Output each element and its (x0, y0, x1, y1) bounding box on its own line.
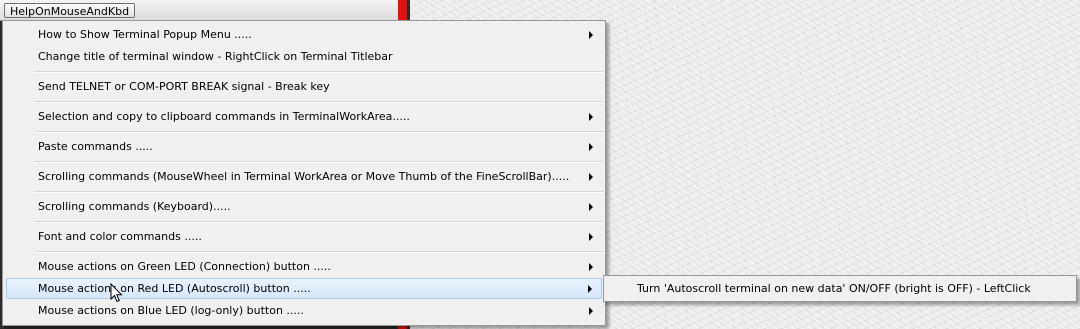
menu-item-red-led[interactable]: Mouse actions on Red LED (Autoscroll) bu… (6, 278, 602, 299)
menu-item-label: Scrolling commands (MouseWheel in Termin… (38, 170, 570, 183)
menu-item-label: Selection and copy to clipboard commands… (38, 110, 410, 123)
submenu-item-toggle-autoscroll[interactable]: Turn 'Autoscroll terminal on new data' O… (606, 278, 1074, 299)
help-popup-menu: How to Show Terminal Popup Menu ..... Ch… (2, 20, 606, 326)
menu-item-scrolling-mouse[interactable]: Scrolling commands (MouseWheel in Termin… (6, 166, 602, 187)
submenu-arrow-icon (589, 30, 593, 39)
menu-item-label: Paste commands ..... (38, 140, 153, 153)
menu-item-show-popup-menu[interactable]: How to Show Terminal Popup Menu ..... (6, 24, 602, 45)
menu-separator (34, 191, 604, 193)
help-on-mouse-and-kbd-button[interactable]: HelpOnMouseAndKbd (4, 3, 136, 18)
submenu-arrow-icon (589, 306, 593, 315)
menu-item-font-color[interactable]: Font and color commands ..... (6, 226, 602, 247)
menu-item-label: Change title of terminal window - RightC… (38, 50, 393, 63)
menu-separator (34, 71, 604, 73)
submenu-arrow-icon (588, 284, 592, 293)
menu-separator (34, 251, 604, 253)
menu-separator (34, 131, 604, 133)
submenu-item-label: Turn 'Autoscroll terminal on new data' O… (637, 282, 1031, 295)
menu-item-label: Font and color commands ..... (38, 230, 202, 243)
menu-item-green-led[interactable]: Mouse actions on Green LED (Connection) … (6, 256, 602, 277)
menu-item-label: Mouse actions on Green LED (Connection) … (38, 260, 331, 273)
menu-item-scrolling-keyboard[interactable]: Scrolling commands (Keyboard)..... (6, 196, 602, 217)
menu-item-blue-led[interactable]: Mouse actions on Blue LED (log-only) but… (6, 300, 602, 321)
submenu-arrow-icon (589, 172, 593, 181)
submenu-arrow-icon (589, 262, 593, 271)
menu-item-label: How to Show Terminal Popup Menu ..... (38, 28, 252, 41)
mouse-pointer-icon (110, 283, 123, 303)
menu-item-label: Send TELNET or COM-PORT BREAK signal - B… (38, 80, 330, 93)
red-led-submenu: Turn 'Autoscroll terminal on new data' O… (603, 275, 1077, 302)
submenu-arrow-icon (589, 112, 593, 121)
menu-item-label: Mouse actions on Blue LED (log-only) but… (38, 304, 304, 317)
menu-item-selection-copy[interactable]: Selection and copy to clipboard commands… (6, 106, 602, 127)
submenu-arrow-icon (589, 202, 593, 211)
menu-separator (34, 161, 604, 163)
menu-item-label: Scrolling commands (Keyboard)..... (38, 200, 231, 213)
menu-item-label: Mouse actions on Red LED (Autoscroll) bu… (38, 282, 311, 295)
menu-separator (34, 221, 604, 223)
menu-item-paste[interactable]: Paste commands ..... (6, 136, 602, 157)
menu-item-send-break[interactable]: Send TELNET or COM-PORT BREAK signal - B… (6, 76, 602, 97)
menu-item-change-title[interactable]: Change title of terminal window - RightC… (6, 46, 602, 67)
menu-separator (34, 101, 604, 103)
submenu-arrow-icon (589, 232, 593, 241)
submenu-arrow-icon (589, 142, 593, 151)
